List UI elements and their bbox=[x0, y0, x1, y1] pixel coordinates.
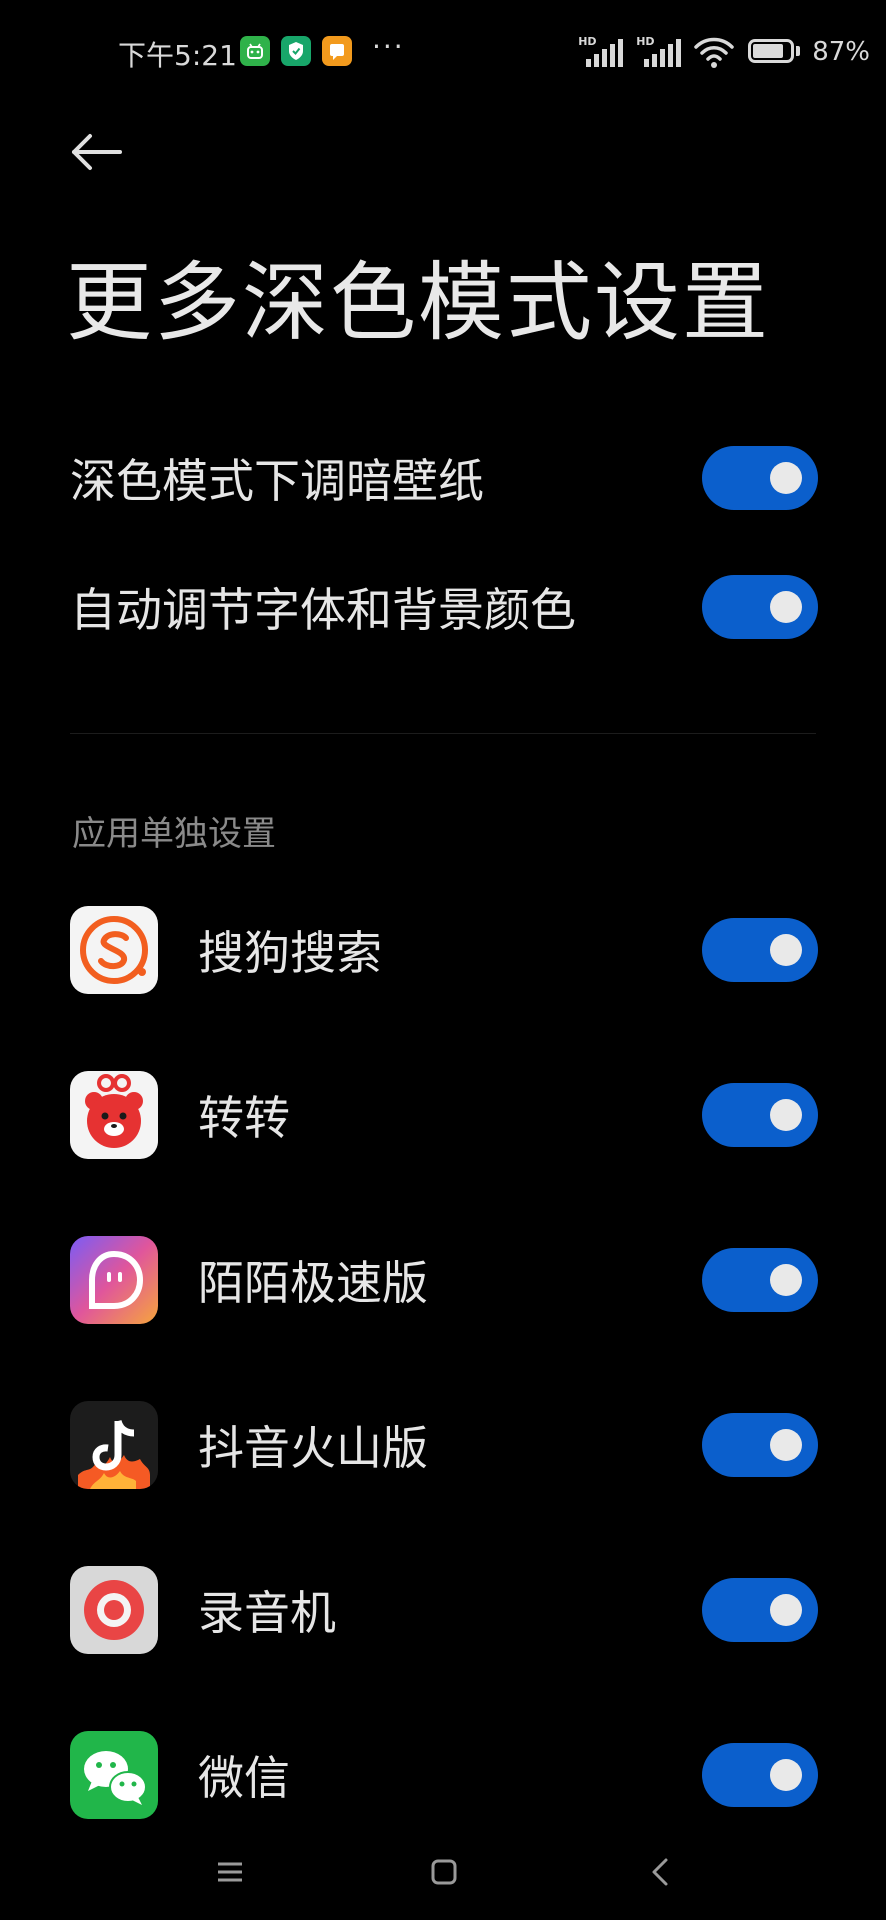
menu-icon bbox=[218, 1862, 242, 1882]
auto-adjust-colors-toggle[interactable] bbox=[702, 575, 818, 639]
menu-button[interactable] bbox=[200, 1842, 260, 1902]
wifi-icon bbox=[694, 37, 734, 68]
app-toggle[interactable] bbox=[702, 1083, 818, 1147]
dim-wallpaper-toggle[interactable] bbox=[702, 446, 818, 510]
battery-level-fill bbox=[753, 44, 784, 58]
android-robot-icon bbox=[240, 36, 270, 66]
app-row-zhuanzhuan[interactable]: 转转 bbox=[0, 1045, 886, 1185]
shield-icon bbox=[281, 36, 311, 66]
app-toggle[interactable] bbox=[702, 1248, 818, 1312]
momo-lite-icon bbox=[70, 1236, 158, 1324]
app-toggle[interactable] bbox=[702, 1743, 818, 1807]
app-name: 搜狗搜索 bbox=[198, 926, 382, 980]
app-name: 陌陌极速版 bbox=[198, 1256, 428, 1310]
setting-label: 自动调节字体和背景颜色 bbox=[70, 583, 576, 637]
navigation-bar bbox=[0, 1820, 886, 1920]
status-more-indicator: ··· bbox=[372, 30, 405, 63]
page-title: 更多深色模式设置 bbox=[66, 253, 770, 353]
back-button[interactable] bbox=[62, 122, 132, 182]
status-bar: 下午5:21 ··· HD HD 87% bbox=[0, 0, 886, 104]
app-toggle[interactable] bbox=[702, 1578, 818, 1642]
sogou-search-icon bbox=[70, 906, 158, 994]
nav-back-button[interactable] bbox=[630, 1842, 690, 1902]
status-indicators: HD HD 87% bbox=[566, 30, 870, 74]
battery-icon bbox=[748, 39, 802, 65]
toggle-knob bbox=[770, 1099, 802, 1131]
toggle-knob bbox=[770, 462, 802, 494]
wechat-icon bbox=[70, 1731, 158, 1819]
recorder-icon bbox=[70, 1566, 158, 1654]
home-button[interactable] bbox=[414, 1842, 474, 1902]
signal-hd-badge: HD bbox=[578, 35, 597, 48]
cellular-signal-icon: HD bbox=[578, 35, 624, 69]
home-square-icon bbox=[431, 1859, 457, 1885]
divider bbox=[70, 733, 816, 734]
app-toggle[interactable] bbox=[702, 918, 818, 982]
setting-label: 深色模式下调暗壁纸 bbox=[70, 454, 484, 508]
app-row-momo[interactable]: 陌陌极速版 bbox=[0, 1210, 886, 1350]
toggle-knob bbox=[770, 934, 802, 966]
app-name: 微信 bbox=[198, 1751, 290, 1805]
zhuanzhuan-icon bbox=[70, 1071, 158, 1159]
app-row-sogou[interactable]: 搜狗搜索 bbox=[0, 880, 886, 1020]
chevron-left-icon bbox=[652, 1858, 668, 1886]
battery-percentage: 87% bbox=[812, 37, 870, 67]
toggle-knob bbox=[770, 1594, 802, 1626]
setting-dim-wallpaper[interactable]: 深色模式下调暗壁纸 bbox=[0, 418, 886, 538]
status-time: 下午5:21 bbox=[118, 39, 237, 72]
section-header: 应用单独设置 bbox=[72, 814, 276, 854]
message-icon bbox=[322, 36, 352, 66]
toggle-knob bbox=[770, 1429, 802, 1461]
app-name: 转转 bbox=[198, 1091, 290, 1145]
app-row-douyin-huoshan[interactable]: 抖音火山版 bbox=[0, 1375, 886, 1515]
cellular-signal-icon: HD bbox=[636, 35, 682, 69]
toggle-knob bbox=[770, 591, 802, 623]
toggle-knob bbox=[770, 1759, 802, 1791]
arrow-left-icon bbox=[72, 134, 122, 170]
app-row-recorder[interactable]: 录音机 bbox=[0, 1540, 886, 1680]
app-name: 抖音火山版 bbox=[198, 1421, 428, 1475]
app-name: 录音机 bbox=[198, 1586, 336, 1640]
setting-auto-adjust-colors[interactable]: 自动调节字体和背景颜色 bbox=[0, 547, 886, 667]
douyin-huoshan-icon bbox=[70, 1401, 158, 1489]
toggle-knob bbox=[770, 1264, 802, 1296]
app-toggle[interactable] bbox=[702, 1413, 818, 1477]
signal-hd-badge: HD bbox=[636, 35, 655, 48]
